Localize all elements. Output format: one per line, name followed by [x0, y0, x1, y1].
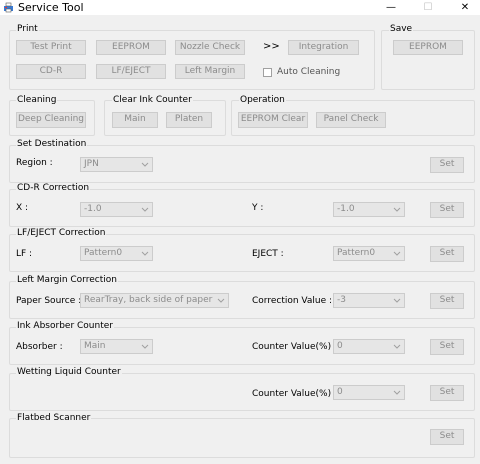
eject-label: EJECT :	[252, 249, 284, 259]
cdr-set-button[interactable]: Set	[430, 202, 464, 218]
lf-eject-correction-label: LF/EJECT Correction	[16, 228, 107, 238]
flatbed-scanner-label: Flatbed Scanner	[16, 413, 92, 423]
print-group	[9, 30, 375, 90]
integration-button[interactable]: Integration	[288, 40, 359, 55]
left-margin-correction-label: Left Margin Correction	[16, 275, 118, 285]
chevron-down-icon	[393, 344, 401, 349]
panel-check-button[interactable]: Panel Check	[316, 112, 386, 128]
app-printer-icon	[4, 2, 13, 13]
correction-value-label: Correction Value :	[252, 296, 333, 306]
lf-eject-set-button[interactable]: Set	[430, 246, 464, 262]
auto-cleaning-label: Auto Cleaning	[277, 67, 341, 77]
chevron-down-icon	[393, 298, 401, 303]
ink-absorber-set-button[interactable]: Set	[430, 339, 464, 355]
cdr-y-label: Y :	[252, 203, 264, 213]
absorber-select[interactable]: Main	[80, 339, 153, 354]
minimize-button[interactable]: —	[377, 0, 405, 15]
save-group-label: Save	[389, 24, 414, 34]
chevron-down-icon	[141, 162, 149, 167]
cdr-x-select[interactable]: -1.0	[80, 202, 153, 217]
cdr-x-label: X :	[16, 203, 29, 213]
print-group-label: Print	[16, 24, 39, 34]
close-button[interactable]: ✕	[451, 0, 479, 15]
lf-eject-button[interactable]: LF/EJECT	[96, 64, 166, 79]
eject-select[interactable]: Pattern0	[333, 246, 405, 261]
chevron-down-icon	[393, 251, 401, 256]
cdr-y-select[interactable]: -1.0	[333, 202, 405, 217]
save-group	[381, 30, 475, 90]
maximize-button[interactable]: ☐	[414, 0, 442, 15]
operation-group-label: Operation	[239, 95, 286, 105]
set-destination-set-button[interactable]: Set	[430, 157, 464, 173]
paper-source-select[interactable]: RearTray, back side of paper	[80, 293, 229, 308]
wetting-counter-select[interactable]: 0	[333, 385, 405, 400]
ink-absorber-group	[9, 327, 475, 365]
clear-platen-button[interactable]: Platen	[166, 112, 212, 128]
region-label: Region :	[16, 158, 53, 168]
clear-main-button[interactable]: Main	[112, 112, 158, 128]
chevron-down-icon	[217, 298, 225, 303]
flatbed-set-button[interactable]: Set	[430, 429, 464, 445]
save-eeprom-button[interactable]: EEPROM	[393, 40, 463, 55]
chevron-down-icon	[393, 390, 401, 395]
ink-absorber-label: Ink Absorber Counter	[16, 321, 114, 331]
cdr-correction-group	[9, 189, 475, 227]
chevron-down-icon	[141, 344, 149, 349]
set-destination-label: Set Destination	[16, 139, 88, 149]
lf-label: LF :	[16, 249, 33, 259]
correction-value-select[interactable]: -3	[333, 293, 405, 308]
chevron-down-icon	[393, 207, 401, 212]
arrow-label: >>	[263, 41, 280, 52]
flatbed-scanner-group	[9, 418, 475, 458]
wetting-counter-label: Counter Value(%) :	[252, 389, 338, 399]
paper-source-label: Paper Source :	[16, 296, 82, 306]
chevron-down-icon	[141, 207, 149, 212]
set-destination-group	[9, 145, 475, 183]
eeprom-clear-button[interactable]: EEPROM Clear	[238, 112, 308, 128]
lf-select[interactable]: Pattern0	[80, 246, 153, 261]
cd-r-button[interactable]: CD-R	[16, 64, 86, 79]
deep-cleaning-button[interactable]: Deep Cleaning	[16, 112, 86, 128]
absorber-counter-select[interactable]: 0	[333, 339, 405, 354]
test-print-button[interactable]: Test Print	[16, 40, 86, 55]
clear-ink-counter-label: Clear Ink Counter	[112, 95, 193, 105]
region-select[interactable]: JPN	[80, 157, 153, 172]
window-title: Service Tool	[18, 1, 84, 14]
auto-cleaning-checkbox[interactable]	[263, 68, 272, 77]
nozzle-check-button[interactable]: Nozzle Check	[175, 40, 245, 55]
left-margin-set-button[interactable]: Set	[430, 293, 464, 309]
left-margin-button[interactable]: Left Margin	[175, 64, 245, 79]
absorber-counter-label: Counter Value(%) :	[252, 342, 338, 352]
chevron-down-icon	[141, 251, 149, 256]
wetting-liquid-label: Wetting Liquid Counter	[16, 367, 122, 377]
eeprom-button[interactable]: EEPROM	[96, 40, 166, 55]
cdr-correction-label: CD-R Correction	[16, 183, 91, 193]
absorber-label: Absorber :	[16, 342, 63, 352]
wetting-liquid-group	[9, 373, 475, 411]
cleaning-group-label: Cleaning	[16, 95, 58, 105]
wetting-liquid-set-button[interactable]: Set	[430, 385, 464, 401]
lf-eject-correction-group	[9, 234, 475, 272]
